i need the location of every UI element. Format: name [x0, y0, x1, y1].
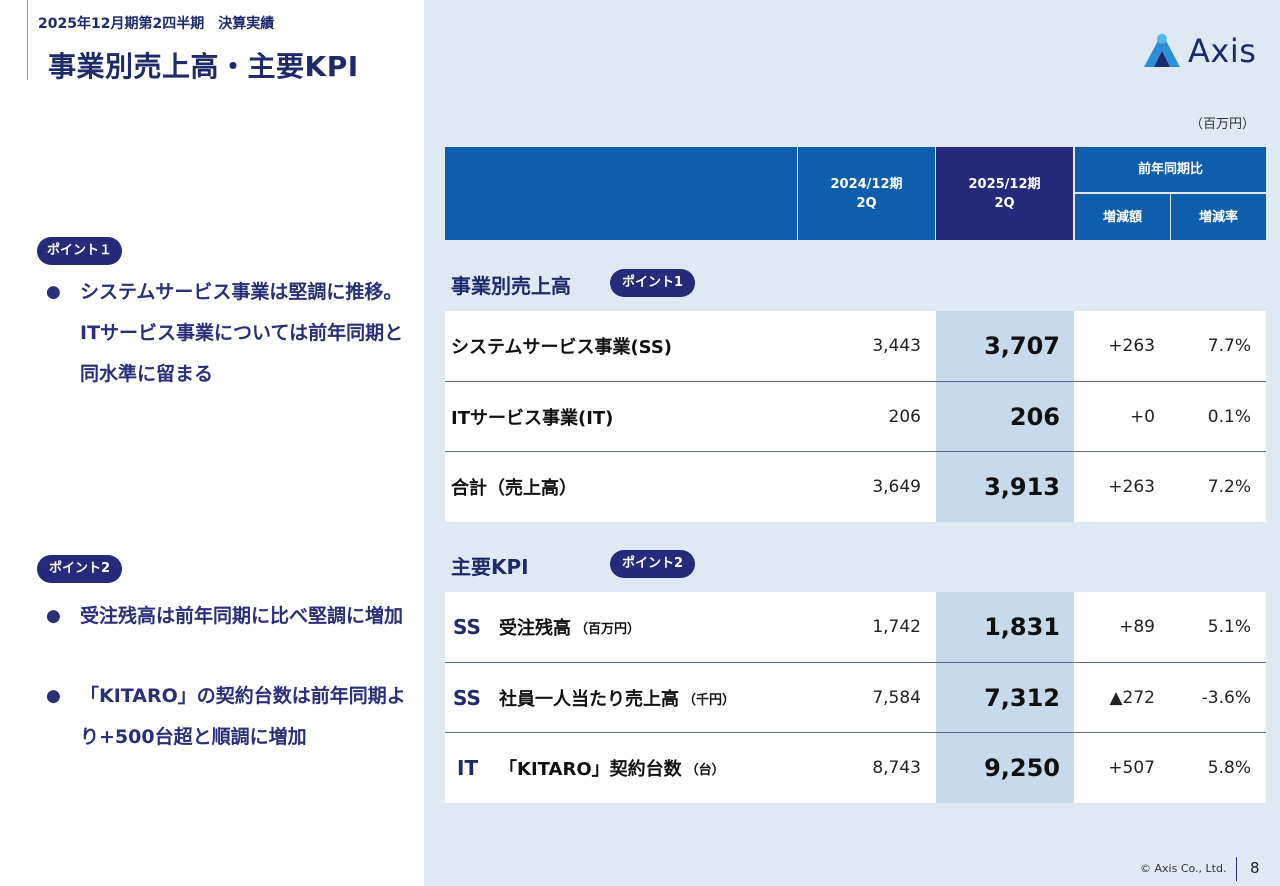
column-header-rate: 増減率: [1171, 194, 1266, 240]
segment-label: SS: [453, 615, 481, 639]
row-name: 受注残高 （百万円）: [499, 618, 641, 639]
page-subtitle: 2025年12月期第2四半期 決算実績: [38, 16, 275, 32]
prev-value: 206: [888, 407, 921, 427]
bullet-dot-icon: ●: [46, 606, 61, 626]
current-value: 206: [1009, 403, 1060, 431]
row-unit: （台）: [685, 762, 725, 778]
prev-value: 7,584: [872, 688, 921, 708]
segment-label: SS: [453, 686, 481, 710]
row-unit: （百万円）: [575, 621, 641, 637]
rate-value: 5.1%: [1207, 617, 1251, 637]
table-row: 合計（売上高） 3,649 3,913 +263 7.2%: [445, 452, 1266, 522]
rate-value: 0.1%: [1207, 407, 1251, 427]
prev-value: 8,743: [872, 758, 921, 778]
row-name: 合計（売上高）: [451, 478, 577, 499]
prev-value: 3,443: [872, 336, 921, 356]
row-name: システムサービス事業(SS): [451, 337, 673, 358]
rate-value: 7.2%: [1207, 477, 1251, 497]
current-value: 3,707: [984, 332, 1060, 360]
diff-value: +0: [1129, 407, 1155, 427]
row-name: ITサービス事業(IT): [451, 408, 614, 429]
column-header-current: 2025/12期 2Q: [936, 147, 1073, 240]
point1-bullets: ● システムサービス事業は堅調に推移。ITサービス事業については前年同期と同水準…: [46, 272, 416, 395]
segment-label: IT: [457, 756, 479, 780]
sales-section-badge: ポイント1: [610, 269, 695, 297]
logo-text: Axis: [1188, 32, 1257, 70]
segment-divider: [493, 663, 494, 733]
row-name: 社員一人当たり売上高 （千円）: [499, 689, 736, 710]
diff-value: +263: [1108, 477, 1155, 497]
table-row: SS 社員一人当たり売上高 （千円） 7,584 7,312 ▲272 -3.6%: [445, 663, 1266, 733]
prev-value: 1,742: [872, 617, 921, 637]
diff-value: +507: [1108, 758, 1155, 778]
table-header-blank: [445, 147, 797, 240]
column-header-diff: 増減額: [1075, 194, 1170, 240]
bullet-text: 「KITARO」の契約台数は前年同期より+500台超と順調に増加: [80, 685, 406, 748]
column-header-prev: 2024/12期 2Q: [798, 147, 935, 240]
current-value: 1,831: [984, 613, 1060, 641]
current-value: 3,913: [984, 473, 1060, 501]
column-header-yoy: 前年同期比: [1075, 147, 1266, 192]
company-logo: Axis: [1140, 30, 1256, 72]
page-title: 事業別売上高・主要KPI: [48, 50, 359, 83]
current-value: 7,312: [984, 684, 1060, 712]
footer-divider: [1236, 857, 1237, 881]
bullet-text: 受注残高は前年同期に比べ堅調に増加: [80, 605, 404, 627]
copyright: © Axis Co., Ltd.: [1140, 862, 1227, 875]
point1-bullet: ● システムサービス事業は堅調に推移。ITサービス事業については前年同期と同水準…: [46, 272, 416, 395]
bullet-dot-icon: ●: [46, 282, 61, 302]
page-number: 8: [1250, 859, 1260, 877]
unit-label: （百万円）: [1190, 117, 1256, 132]
point1-badge: ポイント１: [37, 237, 122, 265]
segment-divider: [493, 592, 494, 662]
point2-badge: ポイント2: [37, 555, 122, 583]
bullet-dot-icon: ●: [46, 686, 61, 706]
table-row: IT 「KITARO」契約台数 （台） 8,743 9,250 +507 5.8%: [445, 733, 1266, 803]
table-row: システムサービス事業(SS) 3,443 3,707 +263 7.7%: [445, 311, 1266, 381]
diff-value: +89: [1119, 617, 1155, 637]
rate-value: -3.6%: [1201, 688, 1251, 708]
point2-bullets: ● 受注残高は前年同期に比べ堅調に増加 ● 「KITARO」の契約台数は前年同期…: [46, 596, 416, 758]
rate-value: 7.7%: [1207, 336, 1251, 356]
axis-logo-icon: [1144, 33, 1180, 67]
table-row: ITサービス事業(IT) 206 206 +0 0.1%: [445, 382, 1266, 452]
section-label-kpi: 主要KPI: [451, 555, 529, 579]
point2-bullet: ● 「KITARO」の契約台数は前年同期より+500台超と順調に増加: [46, 676, 416, 758]
diff-value: +263: [1108, 336, 1155, 356]
bullet-text: システムサービス事業は堅調に推移。ITサービス事業については前年同期と同水準に留…: [80, 281, 404, 385]
point2-bullet: ● 受注残高は前年同期に比べ堅調に増加: [46, 596, 416, 637]
kpi-section-badge: ポイント2: [610, 550, 695, 578]
row-name: 「KITARO」契約台数 （台）: [499, 759, 725, 780]
current-value: 9,250: [984, 754, 1060, 782]
row-unit: （千円）: [683, 692, 736, 708]
title-rule: [27, 0, 28, 80]
diff-value: ▲272: [1109, 688, 1155, 708]
section-label-sales: 事業別売上高: [451, 274, 571, 298]
rate-value: 5.8%: [1207, 758, 1251, 778]
segment-divider: [493, 733, 494, 803]
prev-value: 3,649: [872, 477, 921, 497]
table-row: SS 受注残高 （百万円） 1,742 1,831 +89 5.1%: [445, 592, 1266, 662]
